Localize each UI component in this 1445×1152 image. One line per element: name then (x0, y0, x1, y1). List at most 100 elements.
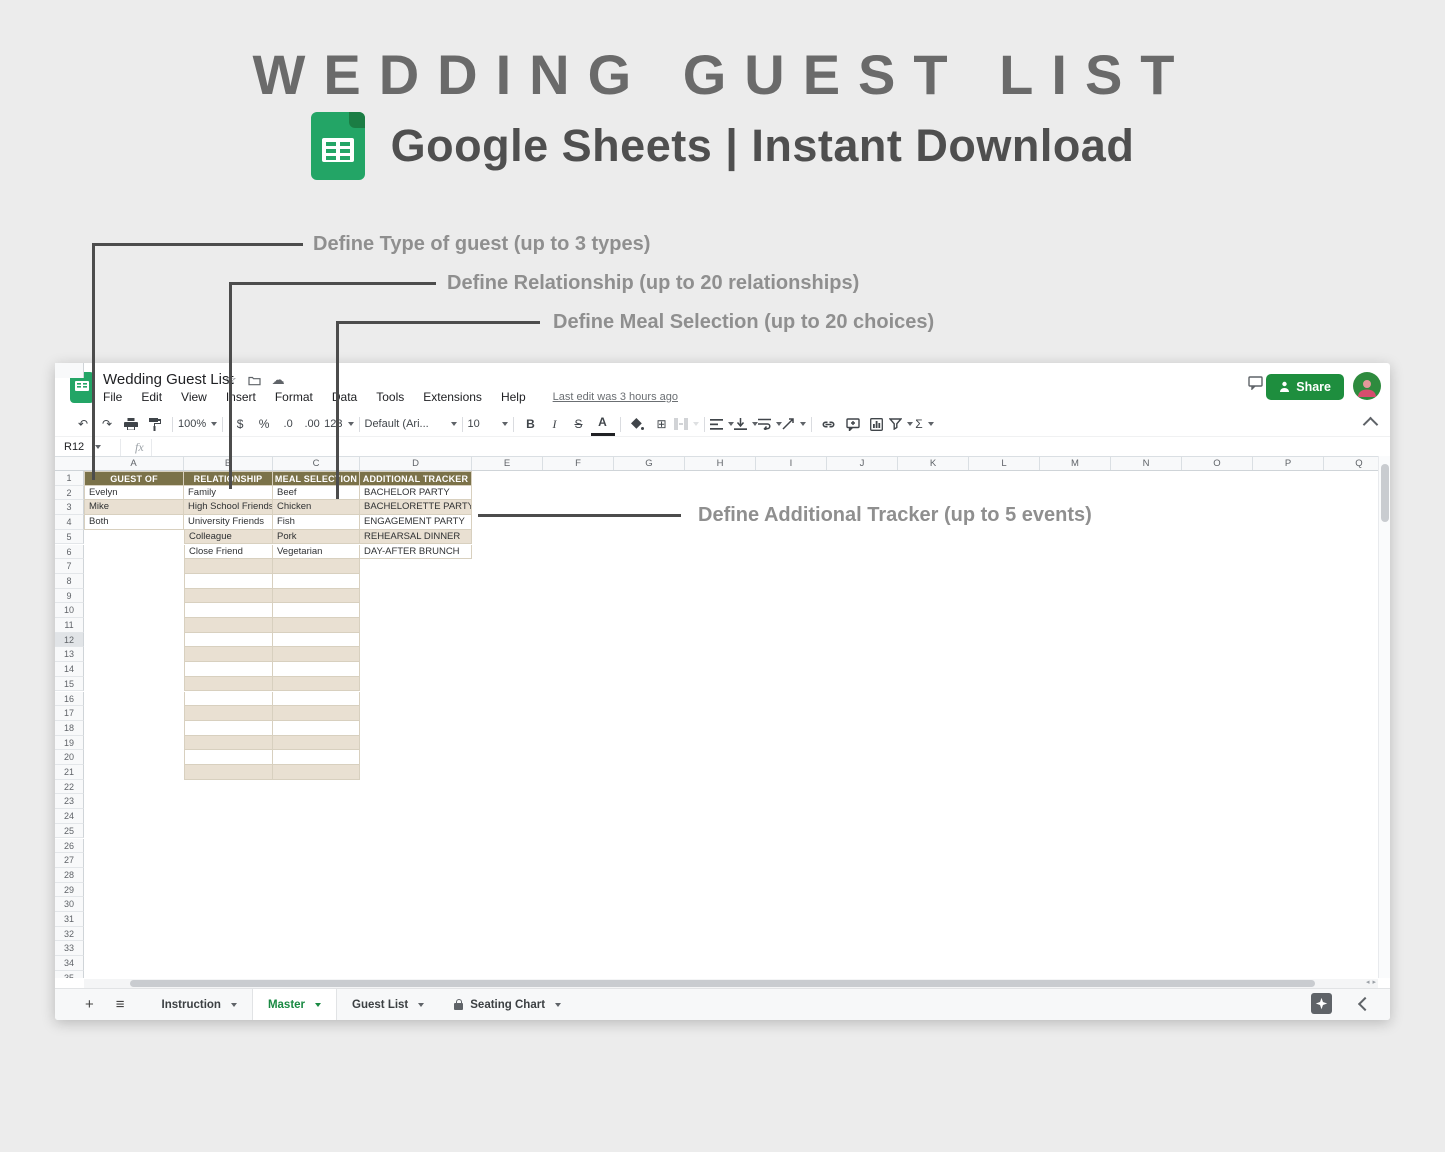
column-header-F[interactable]: F (543, 457, 614, 471)
cell-D4[interactable]: ENGAGEMENT PARTY (360, 515, 472, 530)
cell-B18[interactable] (184, 721, 273, 736)
print-icon[interactable] (119, 414, 143, 434)
row-header-22[interactable]: 22 (55, 780, 84, 795)
scroll-right-icon[interactable]: ▸ (1372, 978, 1376, 986)
scroll-left-icon[interactable]: ◂ (1366, 978, 1370, 986)
move-folder-icon[interactable] (248, 375, 261, 386)
column-header-M[interactable]: M (1040, 457, 1111, 471)
cell-B19[interactable] (184, 736, 273, 751)
name-box[interactable]: R12 (55, 441, 120, 453)
cell-B12[interactable] (184, 633, 273, 648)
row-header-21[interactable]: 21 (55, 765, 84, 780)
column-header-D[interactable]: D (360, 457, 472, 471)
table-header-additional-tracker[interactable]: ADDITIONAL TRACKER (360, 471, 472, 486)
row-header-4[interactable]: 4 (55, 515, 84, 530)
menu-item-tools[interactable]: Tools (376, 390, 404, 404)
column-header-G[interactable]: G (614, 457, 685, 471)
cell-A3[interactable]: Mike (84, 500, 184, 515)
cell-B20[interactable] (184, 750, 273, 765)
cell-C10[interactable] (273, 603, 360, 618)
vertical-align-icon[interactable] (734, 414, 758, 434)
cell-D3[interactable]: BACHELORETTE PARTY (360, 500, 472, 515)
row-header-2[interactable]: 2 (55, 486, 84, 501)
row-header-19[interactable]: 19 (55, 736, 84, 751)
horizontal-scrollbar[interactable] (84, 979, 1378, 988)
column-header-Q[interactable]: Q (1324, 457, 1378, 471)
tab-guest-list[interactable]: Guest List (337, 989, 439, 1020)
select-all-corner[interactable] (55, 363, 84, 378)
last-edit-link[interactable]: Last edit was 3 hours ago (553, 391, 678, 403)
grid-canvas[interactable]: 1234567891011121314151617181920212223242… (55, 471, 1378, 978)
insert-comment-icon[interactable] (841, 414, 865, 434)
column-header-P[interactable]: P (1253, 457, 1324, 471)
row-header-15[interactable]: 15 (55, 677, 84, 692)
cell-B4[interactable]: University Friends (184, 515, 273, 530)
cell-C3[interactable]: Chicken (273, 500, 360, 515)
row-header-8[interactable]: 8 (55, 574, 84, 589)
column-header-A[interactable]: A (84, 457, 184, 471)
tab-seating-chart[interactable]: Seating Chart (439, 989, 576, 1020)
column-header-E[interactable]: E (472, 457, 543, 471)
cell-B6[interactable]: Close Friend (184, 545, 273, 560)
cell-C14[interactable] (273, 662, 360, 677)
horizontal-scrollbar-thumb[interactable] (130, 980, 1315, 987)
user-avatar[interactable] (1353, 372, 1381, 400)
add-sheet-icon[interactable]: + (85, 996, 94, 1013)
cell-D2[interactable]: BACHELOR PARTY (360, 486, 472, 501)
functions-icon[interactable]: Σ (913, 414, 937, 434)
cell-B8[interactable] (184, 574, 273, 589)
cell-D6[interactable]: DAY-AFTER BRUNCH (360, 545, 472, 560)
row-header-29[interactable]: 29 (55, 883, 84, 898)
all-sheets-icon[interactable]: ≡ (116, 996, 125, 1013)
row-header-10[interactable]: 10 (55, 603, 84, 618)
menu-item-edit[interactable]: Edit (141, 390, 162, 404)
increase-decimal-icon[interactable]: .00 (300, 414, 324, 434)
cell-B9[interactable] (184, 589, 273, 604)
redo-icon[interactable]: ↷ (95, 414, 119, 434)
row-header-26[interactable]: 26 (55, 839, 84, 854)
cell-C11[interactable] (273, 618, 360, 633)
row-header-5[interactable]: 5 (55, 530, 84, 545)
row-header-25[interactable]: 25 (55, 824, 84, 839)
table-header-meal-selection[interactable]: MEAL SELECTION (273, 471, 360, 486)
explore-button[interactable] (1311, 993, 1332, 1014)
row-header-13[interactable]: 13 (55, 647, 84, 662)
cell-C6[interactable]: Vegetarian (273, 545, 360, 560)
menu-item-help[interactable]: Help (501, 390, 526, 404)
decrease-decimal-icon[interactable]: .0 (276, 414, 300, 434)
menu-item-view[interactable]: View (181, 390, 207, 404)
column-header-L[interactable]: L (969, 457, 1040, 471)
column-header-O[interactable]: O (1182, 457, 1253, 471)
format-percent-icon[interactable]: % (252, 414, 276, 434)
row-header-14[interactable]: 14 (55, 662, 84, 677)
bold-icon[interactable]: B (519, 414, 543, 434)
row-header-20[interactable]: 20 (55, 750, 84, 765)
cell-C5[interactable]: Pork (273, 530, 360, 545)
cell-C15[interactable] (273, 677, 360, 692)
cell-C2[interactable]: Beef (273, 486, 360, 501)
cell-C17[interactable] (273, 706, 360, 721)
cell-B3[interactable]: High School Friends (184, 500, 273, 515)
zoom-select[interactable]: 100% (178, 414, 217, 434)
cell-B21[interactable] (184, 765, 273, 780)
horizontal-align-icon[interactable] (710, 414, 734, 434)
row-header-12[interactable]: 12 (55, 633, 84, 648)
cell-A4[interactable]: Both (84, 515, 184, 530)
insert-chart-icon[interactable] (865, 414, 889, 434)
cell-B13[interactable] (184, 647, 273, 662)
row-header-30[interactable]: 30 (55, 897, 84, 912)
row-header-9[interactable]: 9 (55, 589, 84, 604)
comment-history-icon[interactable] (1248, 376, 1264, 390)
row-header-24[interactable]: 24 (55, 809, 84, 824)
text-color-icon[interactable]: A (591, 413, 615, 436)
menu-item-file[interactable]: File (103, 390, 122, 404)
fill-color-icon[interactable] (626, 414, 650, 434)
italic-icon[interactable]: I (543, 414, 567, 434)
row-header-11[interactable]: 11 (55, 618, 84, 633)
cell-C20[interactable] (273, 750, 360, 765)
cell-C12[interactable] (273, 633, 360, 648)
row-header-23[interactable]: 23 (55, 794, 84, 809)
text-rotation-icon[interactable] (782, 414, 806, 434)
vertical-scrollbar[interactable] (1378, 456, 1390, 978)
font-select[interactable]: Default (Ari... (365, 414, 457, 434)
